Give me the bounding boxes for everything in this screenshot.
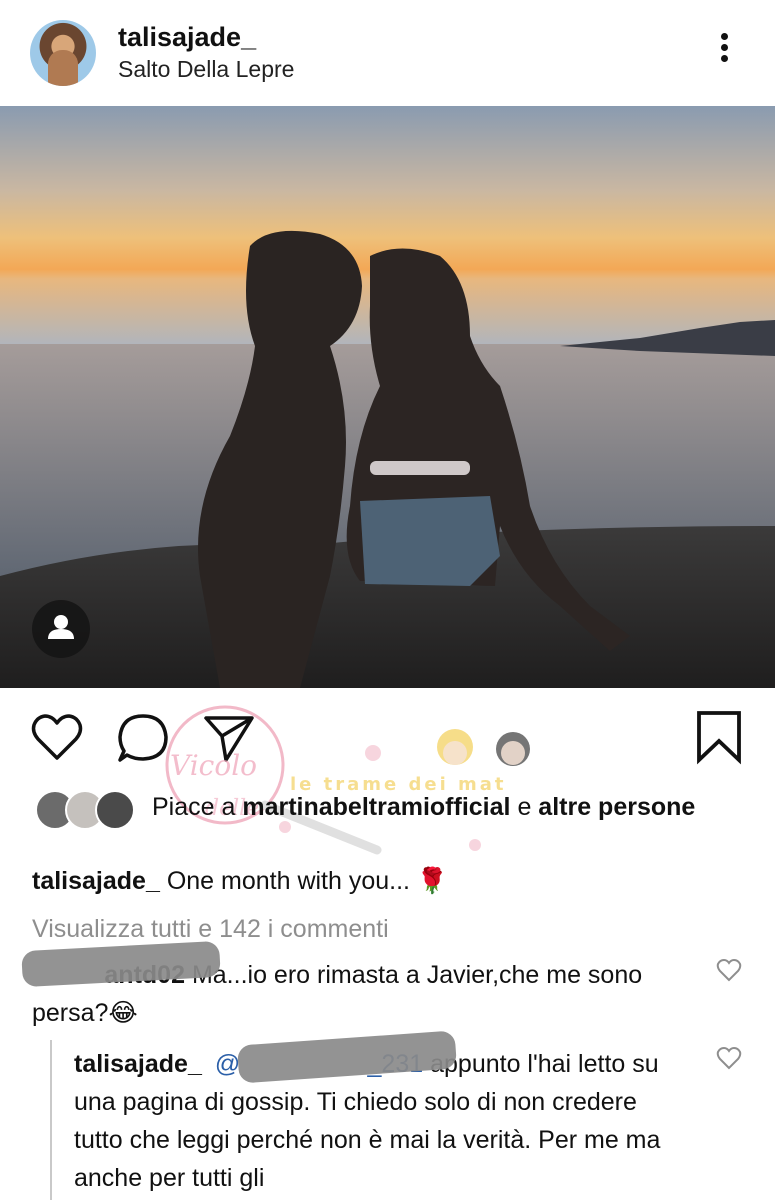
- likes-summary[interactable]: Piace a martinabeltramiofficial e altre …: [152, 789, 712, 826]
- profile-avatar[interactable]: [30, 20, 96, 86]
- liker-avatars[interactable]: [35, 790, 135, 834]
- caption-text: One month with you... 🌹: [166, 867, 449, 895]
- likes-connector: e: [517, 793, 532, 821]
- likes-user[interactable]: martinabeltramiofficial: [242, 793, 510, 821]
- reply-mention[interactable]: @: [215, 1050, 240, 1078]
- post-photo[interactable]: [0, 106, 775, 688]
- post-header: talisajade_ Salto Della Lepre: [0, 0, 775, 106]
- likes-others[interactable]: altre persone: [538, 793, 695, 821]
- avatar: [95, 790, 135, 830]
- view-all-comments-link[interactable]: Visualizza tutti e 142 i commenti: [32, 915, 389, 944]
- watermark-logo: Vicolo delle le trame dei mat: [165, 705, 530, 855]
- bookmark-icon[interactable]: [694, 709, 744, 765]
- post-username[interactable]: talisajade_: [118, 22, 256, 53]
- heart-icon[interactable]: [716, 1046, 742, 1075]
- caption-username[interactable]: talisajade_: [32, 867, 160, 895]
- heart-icon[interactable]: [716, 958, 742, 987]
- post-location[interactable]: Salto Della Lepre: [118, 56, 294, 83]
- heart-icon[interactable]: [30, 712, 84, 762]
- send-icon[interactable]: [202, 712, 256, 764]
- comment-icon[interactable]: [116, 712, 170, 764]
- reply-username[interactable]: talisajade_: [74, 1050, 202, 1078]
- likes-prefix: Piace a: [152, 793, 236, 821]
- user-tag-icon[interactable]: [32, 600, 90, 658]
- more-vertical-icon[interactable]: [712, 30, 736, 70]
- post-caption: talisajade_ One month with you... 🌹: [32, 867, 448, 896]
- reply-thread-line: [50, 1040, 52, 1200]
